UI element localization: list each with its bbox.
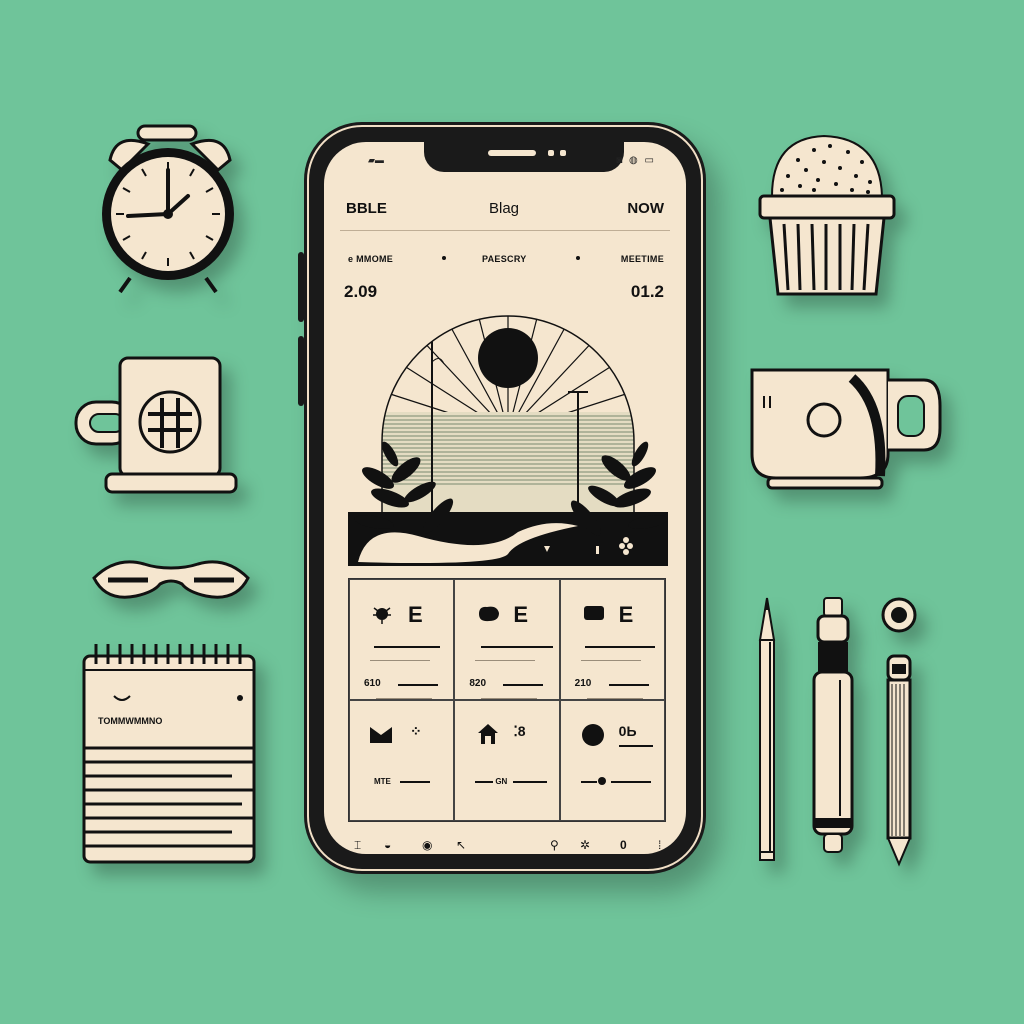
tab-bar: ⌶ ◒ ◉ ↖ ⚲ ✲ 0 ⁞ [354, 838, 666, 852]
card[interactable]: E 610 [349, 579, 455, 700]
card[interactable]: ⁚8 GN [454, 700, 560, 821]
card-line [370, 660, 430, 661]
card-line [513, 781, 548, 783]
card-value: 210 [574, 678, 592, 689]
separator-dot [442, 256, 446, 260]
phone: ▰▬ ◙ ◍ ▭ BBLE Blag NOW e MMOME PAESCRY M… [304, 122, 706, 874]
pencil-icon [756, 596, 778, 866]
tab-item[interactable]: 0 [620, 838, 627, 852]
camera-dot [548, 150, 554, 156]
card[interactable]: ⁘ MTE [349, 700, 455, 821]
card[interactable]: 0Ь [559, 700, 665, 821]
status-left: ▰▬ [368, 155, 384, 165]
card-line [376, 698, 432, 699]
mug-icon [72, 356, 242, 501]
notepad-title: TOMMWMMNO [98, 716, 163, 726]
cup-icon [748, 366, 948, 496]
header-title: Blag [489, 200, 520, 217]
button-icon [880, 596, 918, 634]
speaker [488, 150, 536, 156]
house-icon [477, 723, 499, 750]
card-value: 820 [469, 678, 487, 689]
pen-icon [882, 654, 916, 868]
card-line [475, 660, 536, 661]
card-glyph: ⁘ [410, 723, 422, 739]
card-label: MTE [374, 777, 391, 786]
card-line [481, 646, 554, 648]
card-line [503, 684, 544, 686]
card-label: GN [495, 777, 508, 786]
phone-screen: ▰▬ ◙ ◍ ▭ BBLE Blag NOW e MMOME PAESCRY M… [324, 142, 686, 854]
marker-icon [810, 596, 856, 858]
card-line [580, 781, 597, 783]
card-line [618, 745, 653, 747]
tab-item[interactable]: ↖ [456, 838, 466, 852]
header-left[interactable]: BBLE [346, 200, 387, 217]
card-line [481, 698, 538, 699]
square-icon [583, 604, 605, 627]
card-line [580, 660, 641, 661]
card-line [610, 781, 651, 783]
alarm-clock-icon [96, 120, 246, 300]
card-letter: E [618, 602, 634, 627]
card-line [400, 781, 430, 783]
card-line [374, 646, 440, 648]
tab-item[interactable]: ⚲ [550, 838, 559, 852]
card-letter: E [408, 602, 423, 627]
tab-item[interactable]: ◉ [422, 838, 432, 852]
camera-dot [560, 150, 566, 156]
tab-item[interactable]: ⁞ [658, 838, 661, 852]
card-letter: E [513, 602, 529, 627]
card-grid: E 610 E 820 E 210 ⁘ MTE ⁚8 GN 0Ь [348, 578, 666, 822]
phone-notch [424, 142, 624, 172]
card-value: 610 [364, 678, 381, 689]
mail-icon [370, 727, 392, 748]
subheader-right[interactable]: MEETIME [621, 254, 664, 264]
card-line [398, 684, 438, 686]
glasses-icon [86, 556, 256, 606]
subheader-left[interactable]: e MMOME [348, 254, 393, 264]
card-glyph: 0Ь [618, 723, 637, 739]
header-right[interactable]: NOW [627, 200, 664, 217]
header-divider [340, 230, 670, 231]
blob-icon [477, 604, 501, 629]
status-icons: ◙ ◍ ▭ [616, 155, 656, 166]
card[interactable]: E 210 [559, 579, 665, 700]
tab-item[interactable]: ◒ [384, 838, 391, 852]
dot-icon [597, 773, 607, 791]
card-line [584, 646, 655, 648]
separator-dot [576, 256, 580, 260]
card-line [608, 684, 649, 686]
circle-icon [581, 723, 605, 752]
tab-item[interactable]: ✲ [580, 838, 590, 852]
card-glyph: ⁚8 [513, 723, 526, 739]
card[interactable]: E 820 [454, 579, 560, 700]
subheader-center[interactable]: PAESCRY [482, 254, 527, 264]
tab-item[interactable]: ⌶ [354, 838, 361, 853]
bug-icon [372, 604, 392, 629]
card-line [475, 781, 494, 783]
cactus-icon [758, 130, 898, 300]
card-line [586, 698, 643, 699]
notepad-icon: TOMMWMMNO [82, 640, 256, 866]
hero-illustration [348, 292, 668, 568]
